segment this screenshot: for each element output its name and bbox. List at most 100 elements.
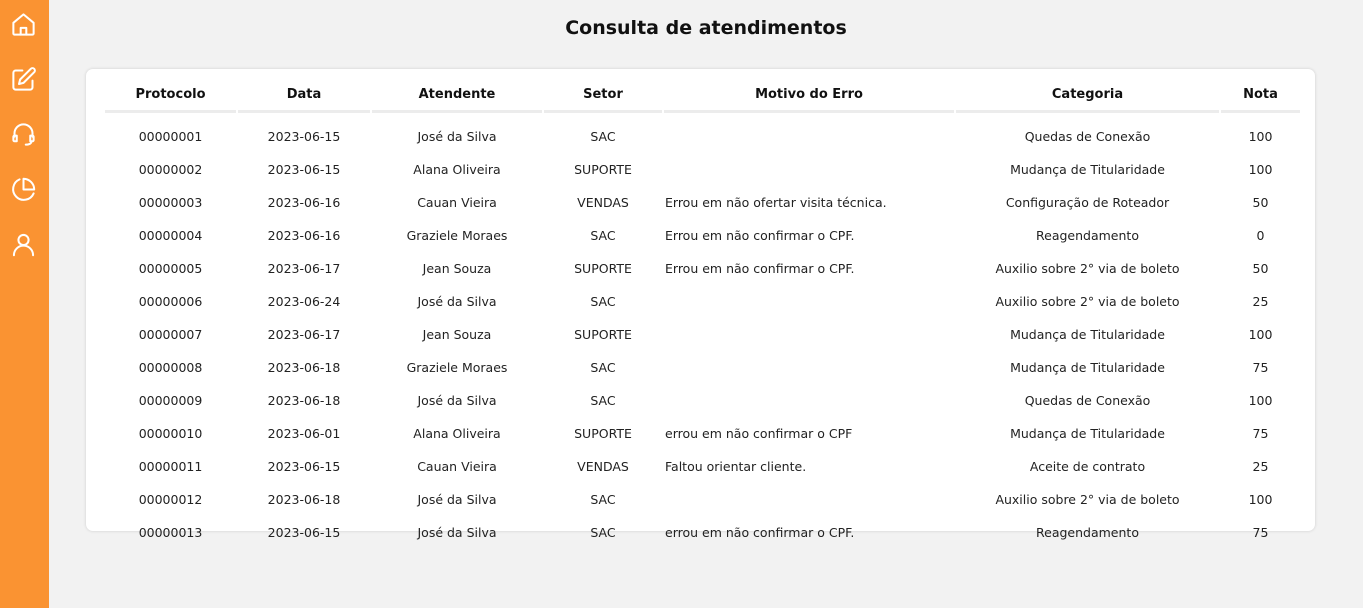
cell-protocolo: 00000007 (138, 327, 203, 342)
attendances-table: Protocolo Data Atendente Setor Motivo do… (103, 78, 1302, 549)
cell-motivo (664, 153, 954, 186)
table-row[interactable]: 00000004 2023-06-16 Graziele Moraes SAC Erro… (105, 219, 1300, 252)
pie-chart-icon[interactable] (10, 176, 37, 203)
cell-nota: 100 (1248, 393, 1273, 408)
cell-setor: SUPORTE (574, 327, 632, 342)
cell-motivo (664, 318, 954, 351)
cell-categoria: Configuração de Roteador (1005, 195, 1170, 210)
cell-setor: SAC (590, 492, 616, 507)
table-row[interactable]: 00000001 2023-06-15 José da Silva SAC Quedas… (105, 113, 1300, 153)
header-setor[interactable]: Setor (544, 78, 662, 113)
cell-atendente: Alana Oliveira (413, 162, 501, 177)
cell-atendente: José da Silva (417, 525, 497, 540)
cell-nota: 50 (1252, 261, 1269, 276)
header-atendente[interactable]: Atendente (372, 78, 542, 113)
cell-motivo (664, 483, 954, 516)
cell-motivo: Errou em não confirmar o CPF. (665, 261, 855, 276)
edit-icon[interactable] (10, 66, 37, 93)
cell-protocolo: 00000009 (138, 393, 203, 408)
cell-motivo: errou em não confirmar o CPF. (665, 525, 855, 540)
cell-data: 2023-06-18 (267, 393, 341, 408)
user-icon[interactable] (10, 231, 37, 258)
cell-motivo (664, 285, 954, 318)
cell-categoria: Aceite de contrato (1029, 459, 1146, 474)
table-row[interactable]: 00000005 2023-06-17 Jean Souza SUPORTE Errou… (105, 252, 1300, 285)
cell-atendente: Jean Souza (422, 261, 492, 276)
table-row[interactable]: 00000009 2023-06-18 José da Silva SAC Quedas… (105, 384, 1300, 417)
cell-nota: 100 (1248, 162, 1273, 177)
cell-atendente: Cauan Vieira (417, 459, 497, 474)
cell-motivo: errou em não confirmar o CPF (665, 426, 853, 441)
cell-protocolo: 00000006 (138, 294, 203, 309)
cell-setor: VENDAS (577, 459, 629, 474)
cell-setor: SAC (590, 393, 616, 408)
cell-categoria: Auxilio sobre 2° via de boleto (995, 261, 1180, 276)
cell-setor: VENDAS (577, 195, 629, 210)
cell-data: 2023-06-16 (267, 228, 341, 243)
cell-categoria: Mudança de Titularidade (1010, 327, 1165, 342)
home-icon[interactable] (10, 11, 37, 38)
cell-categoria: Auxilio sobre 2° via de boleto (995, 294, 1180, 309)
table-row[interactable]: 00000010 2023-06-01 Alana Oliveira SUPORTE e… (105, 417, 1300, 450)
cell-data: 2023-06-16 (267, 195, 341, 210)
sidebar (0, 0, 49, 608)
attendances-card: Protocolo Data Atendente Setor Motivo do… (86, 69, 1315, 540)
cell-nota: 75 (1252, 360, 1269, 375)
cell-data: 2023-06-17 (267, 327, 341, 342)
cell-motivo (664, 384, 954, 417)
table-row[interactable]: 00000007 2023-06-17 Jean Souza SUPORTE Mudan… (105, 318, 1300, 351)
header-motivo[interactable]: Motivo do Erro (664, 78, 954, 113)
cell-atendente: Graziele Moraes (406, 228, 508, 243)
cell-protocolo: 00000002 (138, 162, 203, 177)
cell-setor: SAC (590, 129, 616, 144)
cell-nota: 100 (1248, 492, 1273, 507)
cell-atendente: Graziele Moraes (406, 360, 508, 375)
cell-protocolo: 00000004 (138, 228, 203, 243)
table-row[interactable]: 00000011 2023-06-15 Cauan Vieira VENDAS Falt… (105, 450, 1300, 483)
cell-nota: 100 (1248, 327, 1273, 342)
cell-categoria: Mudança de Titularidade (1010, 360, 1165, 375)
cell-atendente: José da Silva (417, 492, 497, 507)
cell-setor: SUPORTE (574, 162, 632, 177)
cell-nota: 75 (1252, 525, 1269, 540)
cell-categoria: Mudança de Titularidade (1010, 426, 1165, 441)
cell-motivo (664, 113, 954, 153)
cell-atendente: Jean Souza (422, 327, 492, 342)
table-body: 00000001 2023-06-15 José da Silva SAC Quedas… (105, 113, 1300, 549)
header-nota[interactable]: Nota (1221, 78, 1300, 113)
cell-protocolo: 00000008 (138, 360, 203, 375)
cell-protocolo: 00000012 (138, 492, 203, 507)
table-row[interactable]: 00000012 2023-06-18 José da Silva SAC Auxili… (105, 483, 1300, 516)
cell-protocolo: 00000013 (138, 525, 203, 540)
cell-atendente: José da Silva (417, 129, 497, 144)
cell-protocolo: 00000005 (138, 261, 203, 276)
headset-icon[interactable] (10, 121, 37, 148)
table-header-row: Protocolo Data Atendente Setor Motivo do… (105, 78, 1300, 113)
cell-data: 2023-06-15 (267, 162, 341, 177)
table-row[interactable]: 00000008 2023-06-18 Graziele Moraes SAC Muda… (105, 351, 1300, 384)
table-row[interactable]: 00000013 2023-06-15 José da Silva SAC errou … (105, 516, 1300, 549)
cell-atendente: José da Silva (417, 294, 497, 309)
cell-atendente: Alana Oliveira (413, 426, 501, 441)
cell-categoria: Quedas de Conexão (1024, 393, 1151, 408)
header-protocolo[interactable]: Protocolo (105, 78, 236, 113)
cell-protocolo: 00000001 (138, 129, 203, 144)
cell-data: 2023-06-15 (267, 459, 341, 474)
cell-motivo: Faltou orientar cliente. (665, 459, 807, 474)
table-row[interactable]: 00000006 2023-06-24 José da Silva SAC Auxili… (105, 285, 1300, 318)
cell-data: 2023-06-24 (267, 294, 341, 309)
cell-motivo (664, 351, 954, 384)
cell-data: 2023-06-15 (267, 525, 341, 540)
cell-setor: SUPORTE (574, 426, 632, 441)
header-categoria[interactable]: Categoria (956, 78, 1219, 113)
table-row[interactable]: 00000003 2023-06-16 Cauan Vieira VENDAS Erro… (105, 186, 1300, 219)
cell-categoria: Mudança de Titularidade (1010, 162, 1165, 177)
table-row[interactable]: 00000002 2023-06-15 Alana Oliveira SUPORTE M… (105, 153, 1300, 186)
cell-setor: SAC (590, 228, 616, 243)
header-data[interactable]: Data (238, 78, 370, 113)
cell-setor: SAC (590, 525, 616, 540)
cell-nota: 75 (1252, 426, 1269, 441)
cell-categoria: Reagendamento (1036, 228, 1139, 243)
cell-atendente: José da Silva (417, 393, 497, 408)
cell-data: 2023-06-15 (267, 129, 341, 144)
